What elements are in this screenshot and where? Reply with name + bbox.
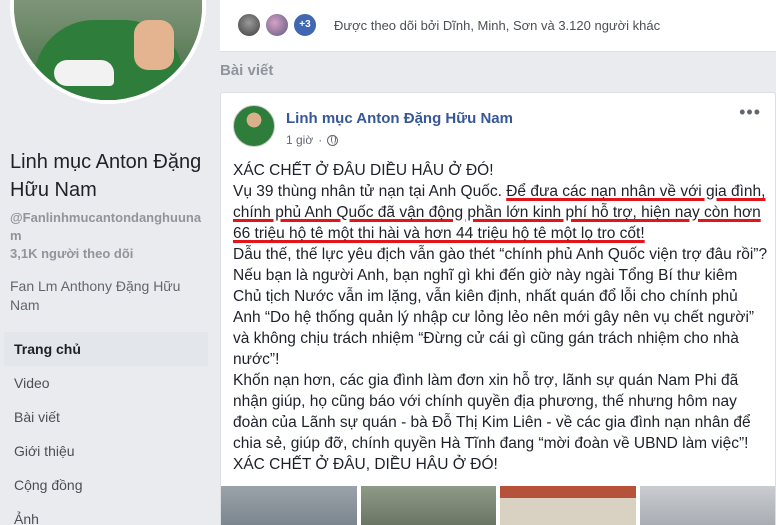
post-text: Vụ 39 thùng nhân tử nạn tại Anh Quốc. <box>233 183 507 200</box>
post-card: Linh mục Anton Đặng Hữu Nam 1 giờ · ••• … <box>220 92 776 525</box>
post-meta: 1 giờ · <box>286 133 339 147</box>
author-avatar[interactable] <box>233 105 275 147</box>
post-photo[interactable] <box>221 486 357 525</box>
nav-item-community[interactable]: Cộng đồng <box>4 468 208 502</box>
follower-count: 3,1K người theo dõi <box>10 246 134 261</box>
followed-by-bar: +3 Được theo dõi bởi Dĩnh, Minh, Sơn và … <box>220 0 776 52</box>
section-title: Bài viết <box>220 62 274 79</box>
post-paragraph: XÁC CHẾT Ở ĐÂU, DIỀU HÂU Ở ĐÓ! <box>233 456 498 473</box>
page-description: Fan Lm Anthony Đặng Hữu Nam <box>10 278 181 313</box>
post-timestamp[interactable]: 1 giờ <box>286 133 313 147</box>
post-paragraph: Vụ 39 thùng nhân tử nạn tại Anh Quốc. Để… <box>233 181 768 244</box>
nav-item-home[interactable]: Trang chủ <box>4 332 208 366</box>
nav-item-photos[interactable]: Ảnh <box>4 502 208 525</box>
page-sidebar: Linh mục Anton Đặng Hữu Nam @Fanlinhmuca… <box>0 0 215 525</box>
post-paragraph: Khốn nạn hơn, các gia đình làm đơn xin h… <box>233 372 751 452</box>
post-body: XÁC CHẾT Ở ĐÂU DIỀU HÂU Ở ĐÓ! Vụ 39 thùn… <box>233 160 768 475</box>
post-photo[interactable] <box>360 486 496 525</box>
nav-item-video[interactable]: Video <box>4 366 208 400</box>
page-profile-photo[interactable] <box>10 0 206 104</box>
nav-item-posts[interactable]: Bài viết <box>4 400 208 434</box>
post-paragraph: XÁC CHẾT Ở ĐÂU DIỀU HÂU Ở ĐÓ! <box>233 162 494 179</box>
friend-avatar[interactable] <box>264 12 290 38</box>
more-friends-badge[interactable]: +3 <box>292 12 318 38</box>
nav-item-about[interactable]: Giới thiệu <box>4 434 208 468</box>
post-photos <box>221 486 775 525</box>
page-nav: Trang chủ Video Bài viết Giới thiệu Cộng… <box>4 332 208 525</box>
post-photo[interactable] <box>500 486 636 525</box>
friend-avatar[interactable] <box>236 12 262 38</box>
page-title: Linh mục Anton Đặng Hữu Nam <box>10 151 202 201</box>
globe-icon <box>327 134 339 146</box>
post-paragraph: Dẫu thế, thế lực yêu địch vẫn gào thét “… <box>233 246 768 368</box>
page-handle[interactable]: @Fanlinhmucantondanghuunam <box>10 209 210 245</box>
more-options-icon[interactable]: ••• <box>739 103 761 121</box>
followed-by-text[interactable]: Được theo dõi bởi Dĩnh, Minh, Sơn và 3.1… <box>334 18 660 33</box>
post-author[interactable]: Linh mục Anton Đặng Hữu Nam <box>286 110 513 127</box>
post-photo[interactable] <box>639 486 775 525</box>
